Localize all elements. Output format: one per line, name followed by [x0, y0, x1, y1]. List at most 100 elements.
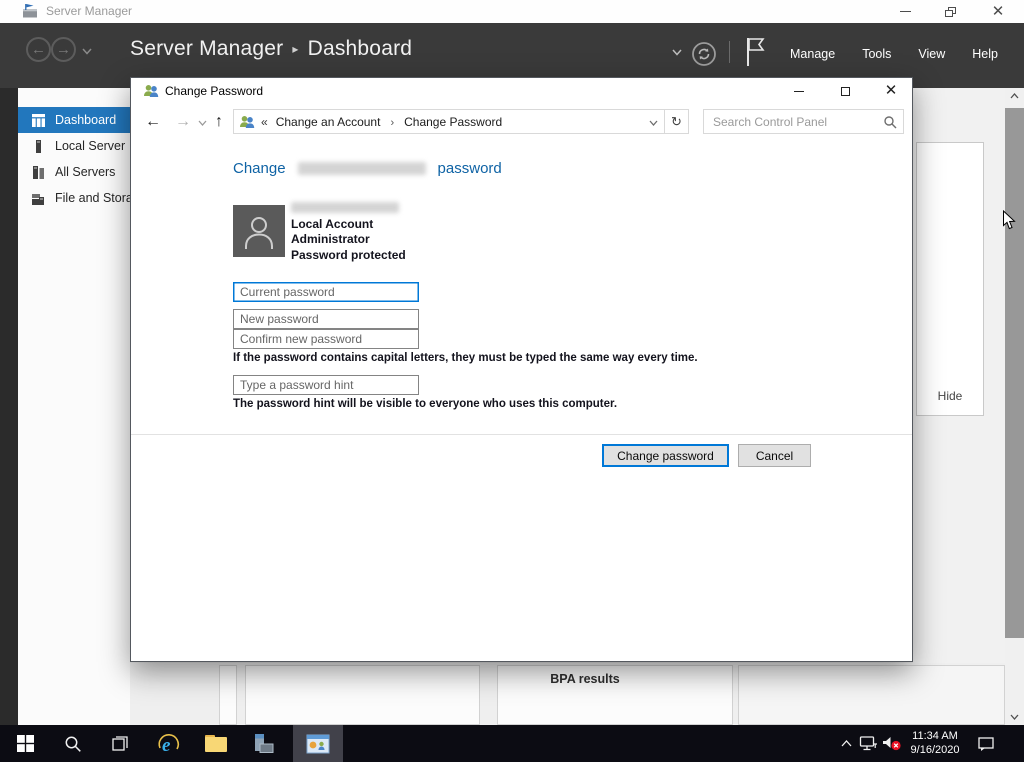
- sidebar-item-label: Local Server: [55, 139, 125, 153]
- internet-explorer-button[interactable]: e: [152, 725, 186, 762]
- heading-prefix: Change: [233, 160, 286, 177]
- nav-history-caret-icon[interactable]: [82, 48, 92, 55]
- user-accounts-icon: [239, 114, 255, 130]
- new-password-field[interactable]: [233, 309, 419, 329]
- action-center-button[interactable]: [972, 725, 1000, 762]
- dialog-maximize-button[interactable]: [829, 81, 861, 101]
- menu-tools[interactable]: Tools: [862, 47, 891, 61]
- vertical-scrollbar[interactable]: [1005, 88, 1024, 725]
- footer-divider: [131, 434, 912, 435]
- address-crumb-change-password[interactable]: Change Password: [404, 115, 502, 129]
- window-restore-button[interactable]: [933, 0, 967, 23]
- breadcrumb-page[interactable]: Dashboard: [308, 37, 413, 60]
- sidebar-item-local-server[interactable]: Local Server: [18, 133, 130, 159]
- change-password-dialog: Change Password ✕ ← → ↑ «Change an Acco: [130, 77, 913, 662]
- taskbar: e: [0, 725, 1024, 762]
- taskbar-search-button[interactable]: [56, 725, 90, 762]
- internet-explorer-icon: e: [157, 732, 181, 756]
- address-bar[interactable]: «Change an Account›Change Password ↻: [233, 109, 689, 134]
- search-input[interactable]: [713, 115, 883, 129]
- local-server-icon: [31, 139, 46, 154]
- address-crumb-change-account[interactable]: Change an Account: [276, 115, 381, 129]
- sidebar-item-dashboard[interactable]: Dashboard: [18, 107, 130, 133]
- window-title: Server Manager: [46, 4, 132, 18]
- confirm-password-field[interactable]: [233, 329, 419, 349]
- dashboard-grid-icon: [31, 113, 46, 128]
- folder-icon: [205, 735, 227, 752]
- dialog-minimize-button[interactable]: [783, 81, 815, 101]
- window-close-button[interactable]: ✕: [981, 0, 1015, 23]
- svg-text:e: e: [162, 735, 171, 756]
- sidebar-item-label: All Servers: [55, 165, 115, 179]
- change-password-button[interactable]: Change password: [602, 444, 729, 467]
- account-role: Administrator: [291, 232, 406, 247]
- current-password-field[interactable]: [233, 282, 419, 302]
- sidebar-navigation: Dashboard Local Server All Servers File …: [18, 88, 130, 725]
- tray-overflow-button[interactable]: [836, 725, 856, 762]
- address-dropdown-caret-icon[interactable]: [642, 113, 664, 131]
- cancel-button[interactable]: Cancel: [738, 444, 811, 467]
- redacted-account-name: [298, 162, 426, 175]
- breadcrumb-separator: ▸: [283, 42, 307, 56]
- password-hint-field[interactable]: [233, 375, 419, 395]
- scroll-up-button[interactable]: [1005, 88, 1024, 104]
- search-icon[interactable]: [883, 115, 897, 129]
- dashboard-bottom-strip: BPA results: [130, 663, 1005, 725]
- dialog-titlebar: Change Password ✕: [131, 78, 912, 104]
- menu-view[interactable]: View: [918, 47, 945, 61]
- file-storage-icon: [31, 191, 46, 206]
- hint-caption: The password hint will be visible to eve…: [233, 398, 617, 410]
- user-accounts-window-icon: [306, 733, 330, 755]
- volume-muted-button[interactable]: [880, 725, 904, 762]
- server-manager-logo-icon: [22, 3, 38, 19]
- welcome-tile: Hide: [916, 142, 984, 416]
- control-panel-search[interactable]: [703, 109, 904, 134]
- account-details: Local Account Administrator Password pro…: [291, 217, 406, 263]
- menu-manage[interactable]: Manage: [790, 47, 835, 61]
- bpa-results-link[interactable]: BPA results: [468, 672, 702, 686]
- scrollbar-thumb[interactable]: [1005, 108, 1024, 638]
- forward-button[interactable]: →: [51, 37, 76, 62]
- server-manager-taskbar-button[interactable]: [246, 725, 280, 762]
- scroll-down-button[interactable]: [1005, 709, 1024, 725]
- dashboard-tile-left: [245, 665, 480, 725]
- server-manager-icon: [251, 732, 275, 756]
- address-refresh-icon[interactable]: ↻: [664, 110, 688, 133]
- breadcrumb-root[interactable]: Server Manager: [130, 37, 283, 60]
- chevron-up-icon: [1010, 93, 1019, 99]
- action-center-icon: [977, 736, 995, 752]
- tray-time: 11:34 AM: [905, 730, 965, 744]
- task-view-button[interactable]: [103, 725, 137, 762]
- nav-caret-icon[interactable]: [198, 120, 207, 126]
- address-overflow-chevron[interactable]: «: [261, 115, 276, 129]
- nav-back-icon[interactable]: ←: [145, 113, 161, 131]
- taskbar-clock[interactable]: 11:34 AM 9/16/2020: [905, 730, 965, 757]
- window-left-margin: [0, 88, 18, 725]
- task-view-icon: [111, 736, 129, 752]
- start-button[interactable]: [8, 725, 42, 762]
- notifications-flag-icon[interactable]: [744, 37, 766, 67]
- network-icon: [859, 735, 878, 752]
- window-minimize-button[interactable]: [888, 0, 922, 23]
- hide-button[interactable]: Hide: [917, 389, 983, 403]
- file-explorer-button[interactable]: [199, 725, 233, 762]
- account-protection: Password protected: [291, 248, 406, 263]
- menu-help[interactable]: Help: [972, 47, 998, 61]
- nav-forward-icon[interactable]: →: [175, 113, 191, 131]
- dialog-navigation-bar: ← → ↑ «Change an Account›Change Password: [131, 104, 912, 141]
- dashboard-tile-bpa: BPA results: [497, 665, 733, 725]
- back-button[interactable]: ←: [26, 37, 51, 62]
- desktop: Server Manager ✕ ← → Server Manager▸Dash…: [0, 0, 1024, 762]
- dialog-close-button[interactable]: ✕: [875, 81, 907, 101]
- redacted-username: [291, 202, 399, 213]
- sidebar-item-label: File and Storag: [55, 191, 130, 205]
- header-dropdown-caret-icon[interactable]: [672, 49, 682, 56]
- nav-up-icon[interactable]: ↑: [215, 113, 223, 131]
- refresh-icon[interactable]: [691, 41, 717, 67]
- sidebar-item-file-and-storage[interactable]: File and Storag: [18, 185, 130, 211]
- network-status-button[interactable]: [856, 725, 880, 762]
- chevron-down-icon: [1010, 714, 1019, 720]
- change-password-taskbar-button[interactable]: [293, 725, 343, 762]
- sidebar-item-all-servers[interactable]: All Servers: [18, 159, 130, 185]
- capitals-caption: If the password contains capital letters…: [233, 352, 698, 364]
